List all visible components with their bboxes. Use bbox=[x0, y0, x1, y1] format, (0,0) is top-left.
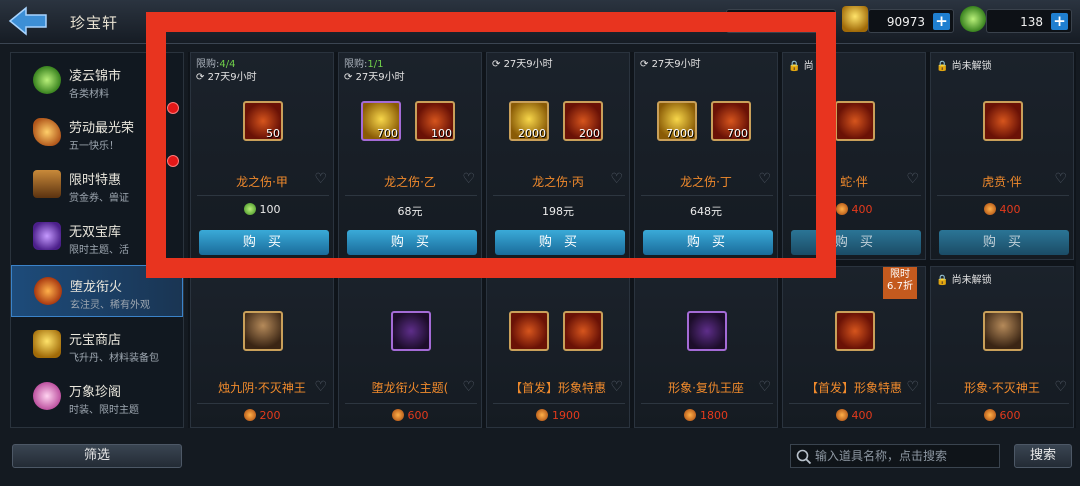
gold-currency: 90973 + bbox=[868, 9, 954, 33]
product-price: 400 bbox=[783, 409, 925, 422]
fire-coin-icon bbox=[835, 409, 848, 421]
lotus-icon bbox=[33, 382, 61, 410]
sidebar-item-label: 万象珍阁 bbox=[69, 385, 122, 400]
divider bbox=[937, 403, 1069, 404]
product-name: 形象·不灭神王 bbox=[964, 381, 1040, 395]
favorite-heart-icon[interactable]: ♡ bbox=[906, 379, 919, 395]
sidebar-item-sublabel: 时装、限时主题 bbox=[69, 405, 139, 416]
ingot-icon bbox=[33, 330, 61, 358]
product-price: 1800 bbox=[635, 409, 777, 422]
wing-icon bbox=[33, 118, 61, 146]
favorite-heart-icon[interactable]: ♡ bbox=[314, 379, 327, 395]
favorite-heart-icon[interactable]: ♡ bbox=[462, 379, 475, 395]
favorite-heart-icon[interactable]: ♡ bbox=[1054, 171, 1067, 187]
fire-coin-icon bbox=[684, 409, 696, 421]
product-card[interactable]: 🔒 尚未解锁 形象·不灭神王 ♡ 600 bbox=[930, 266, 1074, 428]
add-gold-button[interactable]: + bbox=[933, 13, 950, 30]
dragon-item-icon[interactable] bbox=[835, 101, 875, 141]
jade-coin-icon bbox=[33, 66, 61, 94]
divider bbox=[197, 403, 329, 404]
filter-button[interactable]: 筛选 bbox=[12, 444, 182, 468]
divider bbox=[493, 403, 625, 404]
jade-coin-icon bbox=[960, 6, 986, 32]
hourglass-icon bbox=[33, 170, 61, 198]
sidebar-item-label: 劳动最光荣 bbox=[69, 121, 135, 136]
discount-ribbon: 限时 6.7折 bbox=[883, 267, 917, 299]
product-price: 400 bbox=[931, 203, 1073, 216]
fire-coin-icon bbox=[835, 203, 848, 215]
search-button[interactable]: 搜索 bbox=[1014, 444, 1072, 468]
product-card[interactable]: 堕龙衔火主题( ♡ 600 bbox=[338, 266, 482, 428]
product-name: 【首发】形象特惠 bbox=[805, 381, 902, 395]
sidebar-item-label: 限时特惠 bbox=[69, 173, 122, 188]
product-card[interactable]: 🔒 尚未解锁 虎贲·伴 ♡ 400 购 买 bbox=[930, 52, 1074, 260]
product-price: 600 bbox=[931, 409, 1073, 422]
page-title: 珍宝轩 bbox=[70, 14, 119, 32]
product-price: 600 bbox=[339, 409, 481, 422]
sidebar-item-sublabel: 玄注灵、稀有外观 bbox=[70, 300, 150, 311]
add-jade-button[interactable]: + bbox=[1051, 13, 1068, 30]
sidebar-item-wanxiang[interactable]: 万象珍阁 时装、限时主题 bbox=[11, 371, 183, 423]
sidebar-item-label: 无双宝库 bbox=[69, 225, 122, 240]
favorite-heart-icon[interactable]: ♡ bbox=[758, 379, 771, 395]
fire-coin-icon bbox=[391, 409, 404, 421]
back-arrow-icon[interactable] bbox=[6, 4, 50, 38]
favorite-heart-icon[interactable]: ♡ bbox=[1054, 379, 1067, 395]
sidebar-item-sublabel: 五一快乐！ bbox=[69, 141, 119, 152]
product-card[interactable]: 形象·复仇王座 ♡ 1800 bbox=[634, 266, 778, 428]
gold-amount: 90973 bbox=[886, 15, 925, 29]
sidebar-item-sublabel: 飞升丹、材料装备包 bbox=[69, 353, 159, 364]
tiger-item-icon[interactable] bbox=[983, 101, 1023, 141]
fire-coin-icon bbox=[983, 409, 996, 421]
sidebar-item-sublabel: 限时主题、活 bbox=[69, 245, 129, 256]
buy-button[interactable]: 购 买 bbox=[939, 230, 1069, 255]
sidebar-item-yuanbao[interactable]: 元宝商店 飞升丹、材料装备包 bbox=[11, 319, 183, 371]
search-box bbox=[790, 444, 1000, 468]
notification-dot bbox=[167, 102, 179, 114]
sidebar-item-sublabel: 赏金券、兽证 bbox=[69, 193, 129, 204]
product-price: 1900 bbox=[487, 409, 629, 422]
product-name: 堕龙衔火主题( bbox=[371, 381, 449, 395]
locked-label: 🔒 尚未解锁 bbox=[936, 275, 992, 286]
dragon-fire-icon bbox=[34, 277, 62, 305]
throne-item-icon[interactable] bbox=[687, 311, 727, 351]
search-icon bbox=[796, 449, 812, 465]
locked-label: 🔒 尚未解锁 bbox=[936, 61, 992, 72]
theme-item-icon[interactable] bbox=[391, 311, 431, 351]
product-card[interactable]: 限时 6.7折 【首发】形象特惠 ♡ 400 bbox=[782, 266, 926, 428]
appearance-item-icon[interactable] bbox=[563, 311, 603, 351]
product-card[interactable]: 【首发】形象特惠 ♡ 1900 bbox=[486, 266, 630, 428]
product-card[interactable]: 烛九阴·不灭神王 ♡ 200 bbox=[190, 266, 334, 428]
search-input[interactable] bbox=[815, 446, 995, 466]
fire-coin-icon bbox=[536, 409, 548, 421]
gold-ingot-icon bbox=[842, 6, 868, 32]
divider bbox=[789, 403, 921, 404]
sidebar-item-label: 凌云锦市 bbox=[69, 69, 122, 84]
sidebar-item-label: 元宝商店 bbox=[69, 333, 122, 348]
jade-amount: 138 bbox=[1020, 15, 1043, 29]
jade-currency: 138 + bbox=[986, 9, 1072, 33]
character-portrait-icon[interactable] bbox=[243, 311, 283, 351]
fire-coin-icon bbox=[983, 203, 996, 215]
crystal-icon bbox=[33, 222, 61, 250]
favorite-heart-icon[interactable]: ♡ bbox=[906, 171, 919, 187]
product-name: 形象·复仇王座 bbox=[668, 381, 744, 395]
divider bbox=[937, 195, 1069, 196]
appearance-item-icon[interactable] bbox=[509, 311, 549, 351]
notification-dot bbox=[167, 155, 179, 167]
product-price: 200 bbox=[191, 409, 333, 422]
product-name: 虎贲·伴 bbox=[982, 175, 1022, 189]
product-name: 【首发】形象特惠 bbox=[509, 381, 606, 395]
sidebar-item-label: 堕龙衔火 bbox=[70, 280, 123, 295]
divider bbox=[641, 403, 773, 404]
appearance-item-icon[interactable] bbox=[835, 311, 875, 351]
product-name: 烛九阴·不灭神王 bbox=[218, 381, 306, 395]
fire-coin-icon bbox=[243, 409, 256, 421]
divider bbox=[345, 403, 477, 404]
sidebar-item-sublabel: 各类材料 bbox=[69, 89, 109, 100]
favorite-heart-icon[interactable]: ♡ bbox=[610, 379, 623, 395]
character-portrait-icon[interactable] bbox=[983, 311, 1023, 351]
highlight-annotation-box bbox=[146, 12, 836, 278]
